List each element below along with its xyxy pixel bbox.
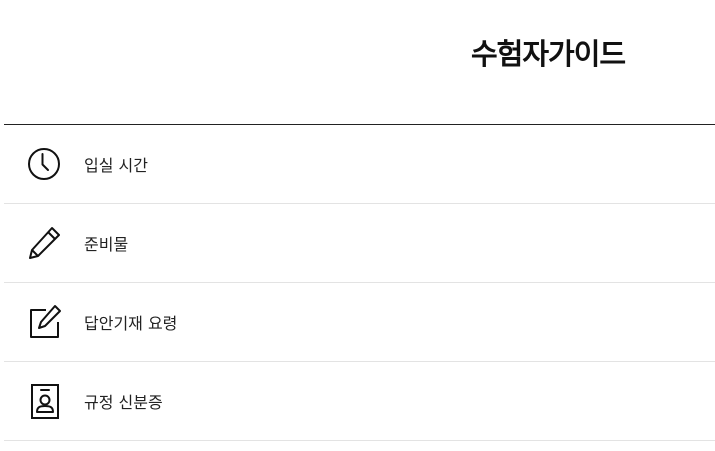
guide-menu: 입실 시간 준비물 답안기재 요령 규정 신분증 [4,124,715,441]
menu-item-supplies[interactable]: 준비물 [4,204,715,283]
id-card-icon [26,383,62,419]
pencil-icon [26,225,62,261]
menu-item-label: 답안기재 요령 [84,314,178,333]
menu-item-entry-time[interactable]: 입실 시간 [4,125,715,204]
exam-guide-page: 수험자가이드 입실 시간 준비물 답안기재 요령 규정 신분증 [0,0,715,451]
menu-item-label: 입실 시간 [84,156,148,175]
edit-icon [26,304,62,340]
menu-item-label: 준비물 [84,235,129,254]
clock-icon [26,146,62,182]
menu-item-valid-id[interactable]: 규정 신분증 [4,362,715,441]
menu-item-label: 규정 신분증 [84,393,163,412]
menu-item-answer-guide[interactable]: 답안기재 요령 [4,283,715,362]
page-title: 수험자가이드 [471,37,626,71]
